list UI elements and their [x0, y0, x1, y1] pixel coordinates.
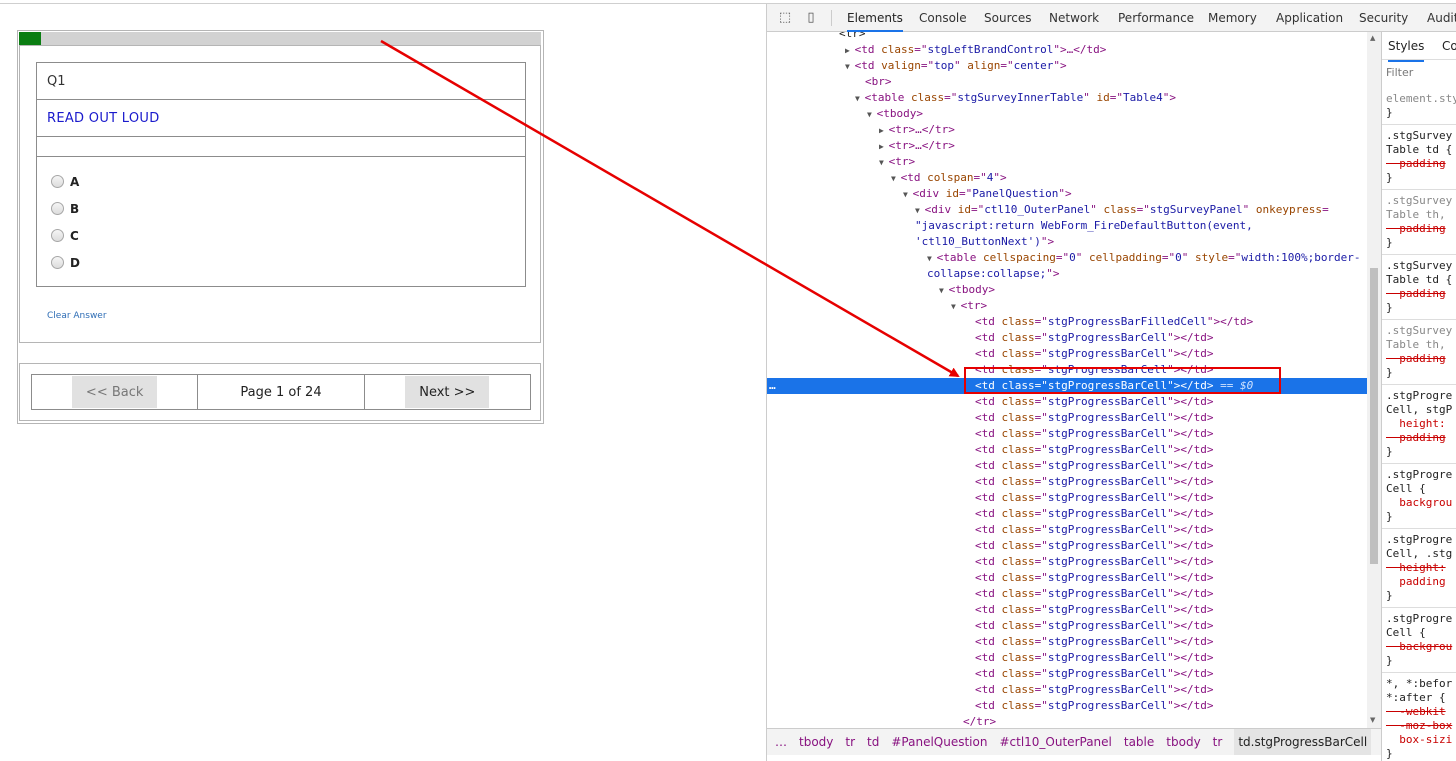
annotation-arrow — [380, 39, 960, 378]
